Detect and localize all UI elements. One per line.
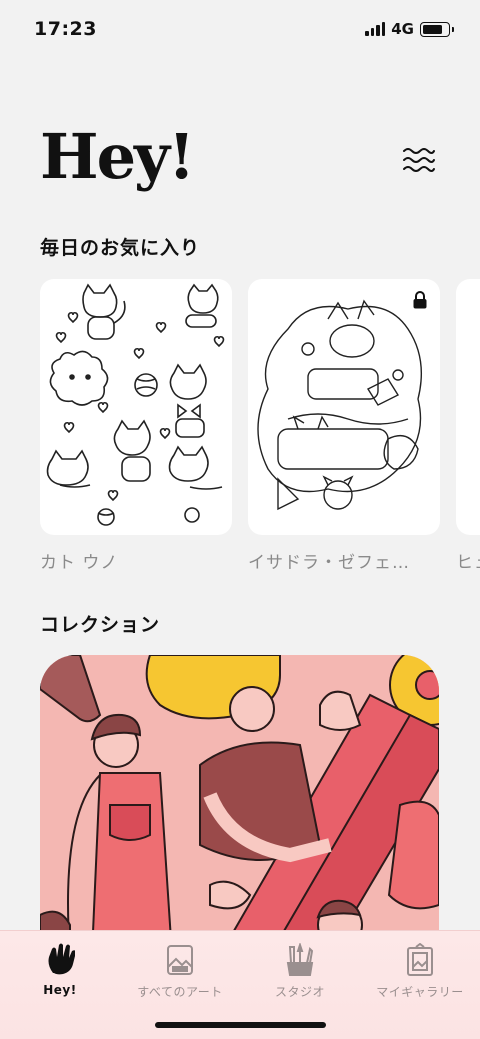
- collage-artwork: [257, 299, 423, 511]
- status-indicators: 4G: [365, 20, 454, 38]
- status-time: 17:23: [34, 18, 97, 40]
- tab-my-gallery[interactable]: マイギャラリー: [360, 943, 480, 1000]
- collections-section-title: コレクション: [40, 614, 161, 636]
- tab-label: マイギャラリー: [376, 985, 464, 999]
- gallery-icon: [167, 945, 193, 975]
- tab-label: Hey!: [43, 983, 77, 997]
- battery-icon: [420, 21, 454, 37]
- wave-menu-icon[interactable]: [402, 146, 436, 174]
- tab-studio[interactable]: スタジオ: [240, 943, 360, 1000]
- cats-artwork: [46, 283, 225, 526]
- favorites-section-title: 毎日のお気に入り: [40, 237, 201, 259]
- status-bar: 17:23 4G: [0, 0, 480, 56]
- favorite-card-partial[interactable]: [456, 279, 480, 535]
- brushes-icon: [286, 943, 314, 976]
- frame-icon: [407, 943, 433, 976]
- favorite-label: ヒュ: [456, 553, 480, 573]
- favorite-card-cats[interactable]: [40, 279, 232, 535]
- hand-wave-icon: [48, 943, 75, 975]
- collection-card[interactable]: [40, 655, 439, 955]
- favorite-label: イサドラ・ゼフェ…: [248, 553, 410, 573]
- collection-artwork: [40, 655, 439, 955]
- tab-hey[interactable]: Hey!: [0, 943, 120, 997]
- lock-icon: [413, 291, 427, 309]
- favorite-card-collage[interactable]: [248, 279, 440, 535]
- network-type: 4G: [391, 20, 414, 38]
- tab-all-art[interactable]: すべてのアート: [120, 943, 240, 1000]
- page-title: Hey!: [40, 120, 195, 193]
- signal-icon: [365, 22, 386, 36]
- tab-label: スタジオ: [274, 985, 325, 999]
- favorite-label: カト ウノ: [40, 553, 119, 573]
- home-indicator[interactable]: [155, 1022, 326, 1028]
- tab-label: すべてのアート: [137, 985, 223, 999]
